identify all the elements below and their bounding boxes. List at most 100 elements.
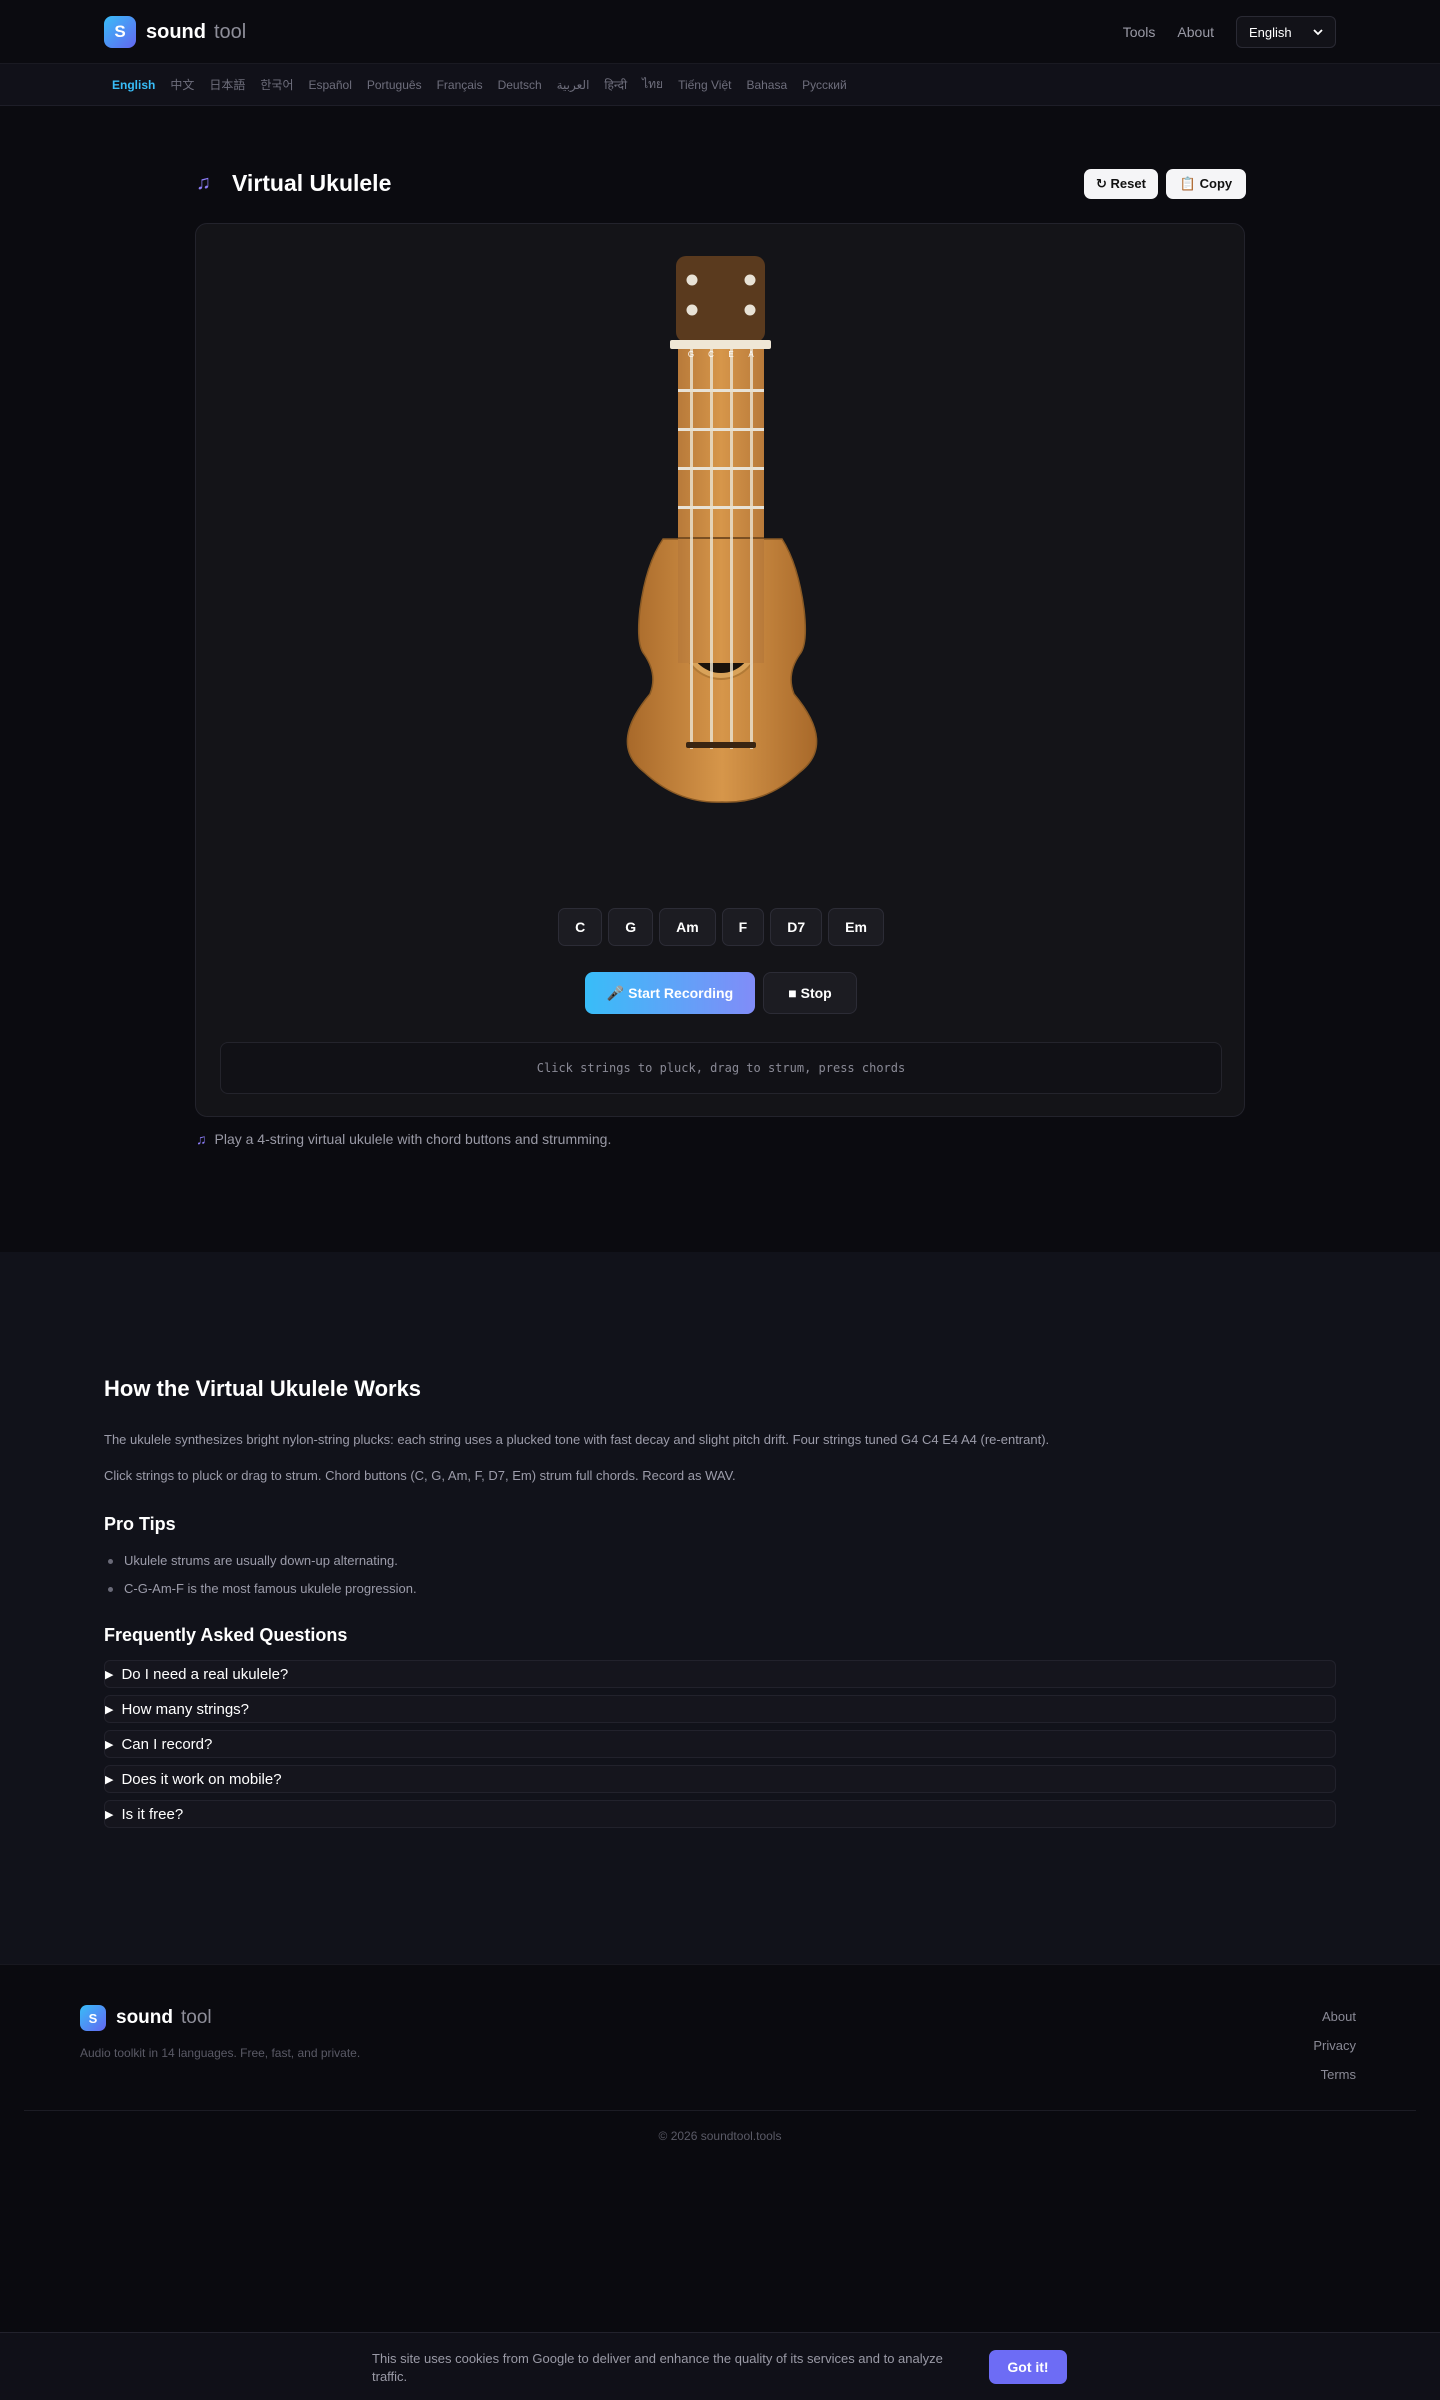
faq-item[interactable]: ▶ How many strings? (104, 1695, 1336, 1723)
language-link[interactable]: English (112, 78, 155, 92)
footer-divider (24, 2110, 1416, 2111)
tool-header: ♫ Virtual Ukulele ↻ Reset 📋 Copy (196, 168, 1246, 200)
language-link[interactable]: Bahasa (746, 78, 787, 92)
chord-button-em[interactable]: Em (828, 908, 884, 946)
music-notes-icon: ♫ (196, 1131, 207, 1147)
string-g (690, 349, 693, 749)
string-a (750, 349, 753, 749)
ukulele-instrument[interactable]: G C E A (196, 224, 1246, 844)
language-select-value: English (1249, 24, 1292, 40)
string-label: C (708, 350, 714, 359)
footer-terms-link[interactable]: Terms (1313, 2067, 1356, 2096)
top-navbar: S sound tool Tools About English (0, 0, 1440, 64)
chord-buttons: C G Am F D7 Em (196, 908, 1246, 946)
ukulele-nut (670, 340, 771, 349)
language-link[interactable]: ไทย (642, 75, 663, 94)
tips-heading: Pro Tips (104, 1514, 176, 1534)
faq-item[interactable]: ▶ Is it free? (104, 1800, 1336, 1828)
music-notes-icon: ♫ (196, 172, 211, 194)
disclosure-triangle-icon: ▶ (105, 1738, 114, 1751)
cookie-text: This site uses cookies from Google to de… (372, 2351, 943, 2384)
chord-button-am[interactable]: Am (659, 908, 716, 946)
start-recording-button[interactable]: 🎤 Start Recording (585, 972, 755, 1014)
faq-question: Does it work on mobile? (121, 1770, 282, 1788)
faq-question: Can I record? (121, 1735, 213, 1753)
faq-item[interactable]: ▶ Can I record? (104, 1730, 1336, 1758)
footer-about-link[interactable]: About (1313, 2009, 1356, 2038)
language-link[interactable]: हिन्दी (604, 76, 627, 93)
ukulele-stage: G C E A C G Am F D7 Em 🎤 Start Recording… (195, 223, 1245, 1117)
language-link[interactable]: Deutsch (498, 78, 542, 92)
tip-item: Ukulele strums are usually down-up alter… (104, 1547, 1336, 1575)
language-link[interactable]: Русский (802, 78, 847, 92)
tool-description: ♫ Play a 4-string virtual ukulele with c… (196, 1131, 611, 1147)
nav-about-link[interactable]: About (1177, 24, 1214, 40)
tuning-peg (686, 274, 698, 286)
ukulele-headstock (676, 256, 765, 342)
tips-list: Ukulele strums are usually down-up alter… (104, 1547, 1336, 1603)
chord-button-d7[interactable]: D7 (770, 908, 823, 946)
brand-name-primary: sound (146, 20, 206, 43)
language-link[interactable]: 中文 (170, 76, 194, 93)
language-link[interactable]: 日本語 (209, 76, 245, 93)
language-link[interactable]: Español (309, 78, 352, 92)
footer-privacy-link[interactable]: Privacy (1313, 2038, 1356, 2067)
language-select[interactable]: English (1236, 16, 1336, 48)
tool-description-text: Play a 4-string virtual ukulele with cho… (214, 1131, 612, 1147)
ukulele-bridge (686, 742, 756, 748)
language-link[interactable]: العربية (557, 78, 590, 92)
info-paragraph: Click strings to pluck or drag to strum.… (104, 1468, 736, 1483)
disclosure-triangle-icon: ▶ (105, 1773, 114, 1786)
stop-button[interactable]: ■ Stop (763, 972, 857, 1014)
brand-logo[interactable]: S sound tool (104, 16, 246, 48)
string-label: E (728, 350, 733, 359)
chord-button-c[interactable]: C (558, 908, 603, 946)
main-nav: Tools About English (1123, 16, 1336, 48)
faq-item[interactable]: ▶ Do I need a real ukulele? (104, 1660, 1336, 1688)
chord-button-g[interactable]: G (608, 908, 654, 946)
nav-tools-link[interactable]: Tools (1123, 24, 1156, 40)
string-label: A (748, 350, 754, 359)
footer-copyright: © 2026 soundtool.tools (658, 2129, 782, 2143)
faq-question: How many strings? (121, 1700, 250, 1718)
faq-item[interactable]: ▶ Does it work on mobile? (104, 1765, 1336, 1793)
tuning-peg (686, 304, 698, 316)
faq-list: ▶ Do I need a real ukulele? ▶ How many str… (104, 1660, 1336, 1828)
tuning-peg (744, 304, 756, 316)
page-title: Virtual Ukulele (232, 170, 392, 196)
string-label: G (688, 350, 694, 359)
language-link[interactable]: Français (437, 78, 483, 92)
language-bar: English 中文 日本語 한국어 Español Português Fra… (0, 64, 1440, 106)
string-c (710, 349, 713, 749)
status-display: Click strings to pluck, drag to strum, p… (220, 1042, 1222, 1094)
language-link[interactable]: 한국어 (260, 76, 293, 93)
info-paragraph: The ukulele synthesizes bright nylon-str… (104, 1432, 1050, 1447)
language-link[interactable]: Português (367, 78, 422, 92)
copy-button[interactable]: 📋 Copy (1166, 169, 1246, 199)
footer-links: About Privacy Terms (1313, 2009, 1356, 2096)
string-e (730, 349, 733, 749)
info-section: How the Virtual Ukulele Works The ukulel… (0, 1252, 1440, 1964)
cookie-banner: This site uses cookies from Google to de… (0, 2332, 1440, 2400)
faq-question: Do I need a real ukulele? (121, 1665, 289, 1683)
recording-controls: 🎤 Start Recording ■ Stop (196, 972, 1246, 1014)
faq-heading: Frequently Asked Questions (104, 1625, 348, 1645)
disclosure-triangle-icon: ▶ (105, 1668, 114, 1681)
cookie-accept-button[interactable]: Got it! (989, 2350, 1067, 2384)
tuning-peg (744, 274, 756, 286)
footer-brand-secondary: tool (181, 2007, 212, 2028)
faq-question: Is it free? (121, 1805, 184, 1823)
chevron-down-icon (1313, 29, 1323, 36)
footer-logo-mark: S (80, 2005, 106, 2031)
chord-button-f[interactable]: F (721, 908, 765, 946)
disclosure-triangle-icon: ▶ (105, 1808, 114, 1821)
footer-brand-primary: sound (116, 2007, 173, 2028)
logo-mark: S (104, 16, 136, 48)
reset-button[interactable]: ↻ Reset (1084, 169, 1158, 199)
brand-name-secondary: tool (214, 20, 247, 43)
language-link[interactable]: Tiếng Việt (678, 78, 731, 92)
footer-tagline: Audio toolkit in 14 languages. Free, fas… (80, 2046, 361, 2060)
tip-item: C-G-Am-F is the most famous ukulele prog… (104, 1575, 1336, 1603)
info-heading: How the Virtual Ukulele Works (104, 1376, 422, 1401)
footer-brand[interactable]: S sound tool (80, 2005, 212, 2031)
